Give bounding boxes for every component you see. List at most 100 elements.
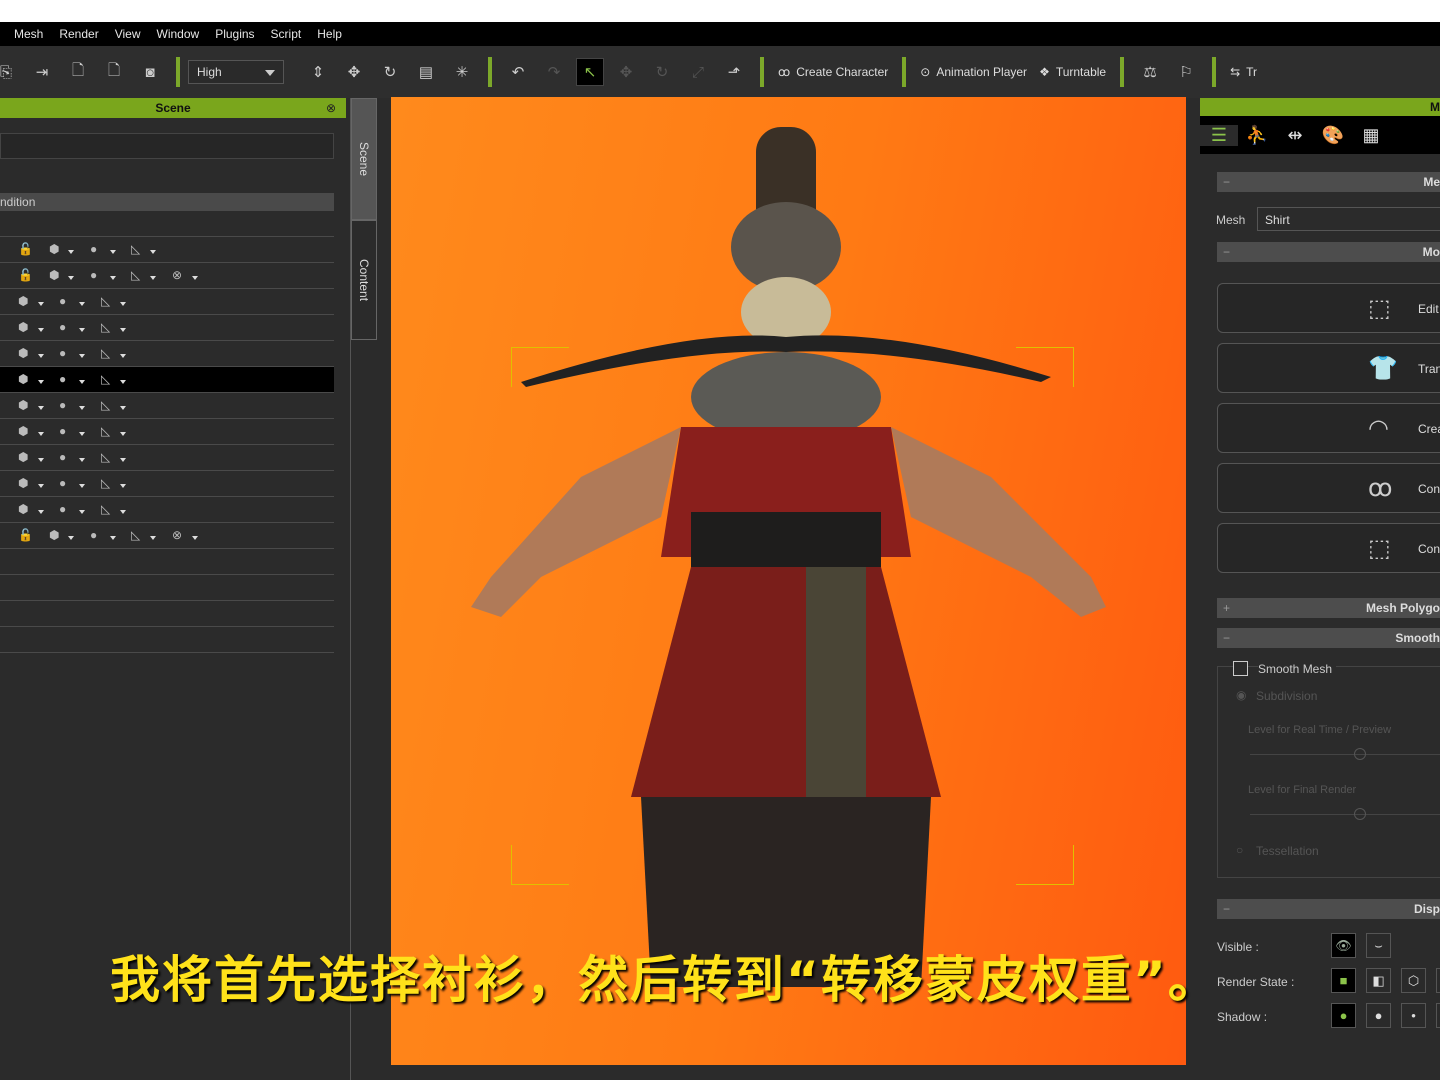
triangle-icon[interactable]: ◺ <box>101 346 110 360</box>
chevron-down-icon[interactable] <box>38 328 44 335</box>
cube-icon[interactable]: ⬢ <box>18 450 28 464</box>
chevron-down-icon[interactable] <box>79 354 85 361</box>
scene-tree-row[interactable]: ⬢ ● ◺ <box>0 445 334 471</box>
chevron-down-icon[interactable] <box>38 380 44 387</box>
chevron-down-icon[interactable] <box>38 354 44 361</box>
chevron-down-icon[interactable] <box>38 458 44 465</box>
import-icon[interactable]: ⎘ <box>0 58 20 86</box>
chevron-down-icon[interactable] <box>68 276 74 283</box>
sphere-icon[interactable]: ● <box>59 346 66 360</box>
smooth-mesh-checkbox[interactable] <box>1233 661 1248 676</box>
transfer-button[interactable]: ⇆ Tr <box>1230 65 1257 79</box>
chevron-down-icon[interactable] <box>192 536 198 543</box>
shadow-receive-icon[interactable]: ● <box>1366 1003 1391 1028</box>
chevron-down-icon[interactable] <box>120 380 126 387</box>
sphere-icon[interactable]: ● <box>90 528 97 542</box>
slider-handle[interactable] <box>1354 808 1366 820</box>
triangle-icon[interactable]: ◺ <box>101 502 110 516</box>
menu-window[interactable]: Window <box>149 27 208 41</box>
chevron-down-icon[interactable] <box>120 432 126 439</box>
scale-icon[interactable]: ⤢ <box>684 58 712 86</box>
scene-tree-row[interactable]: ⬢ ● ◺ <box>0 289 334 315</box>
chevron-down-icon[interactable] <box>79 432 85 439</box>
scene-tree-row[interactable]: ⬢ ● ◺ <box>0 497 334 523</box>
triangle-icon[interactable]: ◺ <box>131 268 140 282</box>
convert-cloth-button[interactable]: ⬚ Con <box>1217 523 1440 573</box>
triangle-icon[interactable]: ◺ <box>101 424 110 438</box>
cancel-icon[interactable]: ⊗ <box>172 528 182 542</box>
cube-icon[interactable]: ⬢ <box>18 320 28 334</box>
tab-content[interactable]: Content <box>351 220 377 340</box>
select-icon[interactable]: ↖ <box>576 58 604 86</box>
scene-tree-row[interactable]: 🔓 ⬢ ● ◺ <box>0 237 334 263</box>
fit-vertical-icon[interactable]: ⇕ <box>304 58 332 86</box>
cube-icon[interactable]: ⬢ <box>49 268 59 282</box>
chevron-down-icon[interactable] <box>120 354 126 361</box>
box-view-icon[interactable]: ▤ <box>412 58 440 86</box>
chevron-down-icon[interactable] <box>120 328 126 335</box>
redo-icon[interactable]: ↷ <box>540 58 568 86</box>
chevron-down-icon[interactable] <box>38 432 44 439</box>
level-realtime-slider[interactable] <box>1250 754 1440 755</box>
chevron-down-icon[interactable] <box>79 458 85 465</box>
menu-plugins[interactable]: Plugins <box>207 27 262 41</box>
chevron-down-icon[interactable] <box>110 250 116 257</box>
3d-viewport[interactable] <box>391 97 1186 1065</box>
chevron-down-icon[interactable] <box>120 302 126 309</box>
chevron-down-icon[interactable] <box>38 484 44 491</box>
section-mesh[interactable]: − Me <box>1217 172 1440 192</box>
cube-icon[interactable]: ⬢ <box>49 528 59 542</box>
chevron-down-icon[interactable] <box>68 250 74 257</box>
chevron-down-icon[interactable] <box>120 458 126 465</box>
move-icon[interactable]: ✥ <box>612 58 640 86</box>
lock-icon[interactable]: 🔓 <box>18 242 33 256</box>
create-character-button[interactable]: ꝏ Create Character <box>778 65 888 79</box>
triangle-icon[interactable]: ◺ <box>101 294 110 308</box>
section-modify[interactable]: − Mo <box>1217 242 1440 262</box>
chevron-down-icon[interactable] <box>150 276 156 283</box>
lock-icon[interactable]: 🔓 <box>18 268 33 282</box>
render-solid-icon[interactable]: ■ <box>1331 968 1356 993</box>
menu-script[interactable]: Script <box>263 27 310 41</box>
chevron-down-icon[interactable] <box>38 510 44 517</box>
cube-icon[interactable]: ⬢ <box>18 372 28 386</box>
menu-render[interactable]: Render <box>51 27 106 41</box>
scene-tree-row[interactable] <box>0 627 334 653</box>
triangle-icon[interactable]: ◺ <box>101 372 110 386</box>
sphere-icon[interactable]: ● <box>59 294 66 308</box>
cube-icon[interactable]: ⬢ <box>18 398 28 412</box>
shadow-none-icon[interactable]: • <box>1401 1003 1426 1028</box>
light-icon[interactable]: ✳ <box>448 58 476 86</box>
texture-icon[interactable]: ▦ <box>1352 125 1390 146</box>
move-view-icon[interactable]: ✥ <box>340 58 368 86</box>
chevron-down-icon[interactable] <box>38 302 44 309</box>
chevron-down-icon[interactable] <box>79 380 85 387</box>
chevron-down-icon[interactable] <box>150 250 156 257</box>
menu-help[interactable]: Help <box>309 27 350 41</box>
menu-view[interactable]: View <box>107 27 149 41</box>
transfer-skin-weights-button[interactable]: 👕 Tran <box>1217 343 1440 393</box>
section-mesh-polygon[interactable]: + Mesh Polygo <box>1217 598 1440 618</box>
shadow-more-icon[interactable] <box>1436 1003 1440 1028</box>
preview-icon[interactable]: ◙ <box>136 58 164 86</box>
scene-tree-row[interactable] <box>0 575 334 601</box>
scene-tree-row[interactable]: ⬢ ● ◺ <box>0 419 334 445</box>
flag-icon[interactable]: ⚐ <box>1172 58 1200 86</box>
chevron-down-icon[interactable] <box>79 406 85 413</box>
cube-icon[interactable]: ⬢ <box>18 346 28 360</box>
visible-off-icon[interactable]: ⌣ <box>1366 933 1391 958</box>
sphere-icon[interactable]: ● <box>90 242 97 256</box>
scene-tree-row[interactable] <box>0 211 334 237</box>
chevron-down-icon[interactable] <box>120 510 126 517</box>
rotate-icon[interactable]: ↻ <box>648 58 676 86</box>
sphere-icon[interactable]: ● <box>59 476 66 490</box>
triangle-icon[interactable]: ◺ <box>131 242 140 256</box>
sphere-icon[interactable]: ● <box>59 424 66 438</box>
align-icon[interactable]: ⬏ <box>720 58 748 86</box>
menu-mesh[interactable]: Mesh <box>6 27 51 41</box>
scene-tree-row[interactable]: ⬢ ● ◺ <box>0 471 334 497</box>
tab-scene[interactable]: Scene <box>351 98 377 220</box>
render-shaded-icon[interactable]: ◧ <box>1366 968 1391 993</box>
scene-tree-row[interactable]: 🔓 ⬢ ● ◺ ⊗ <box>0 263 334 289</box>
chevron-down-icon[interactable] <box>79 510 85 517</box>
